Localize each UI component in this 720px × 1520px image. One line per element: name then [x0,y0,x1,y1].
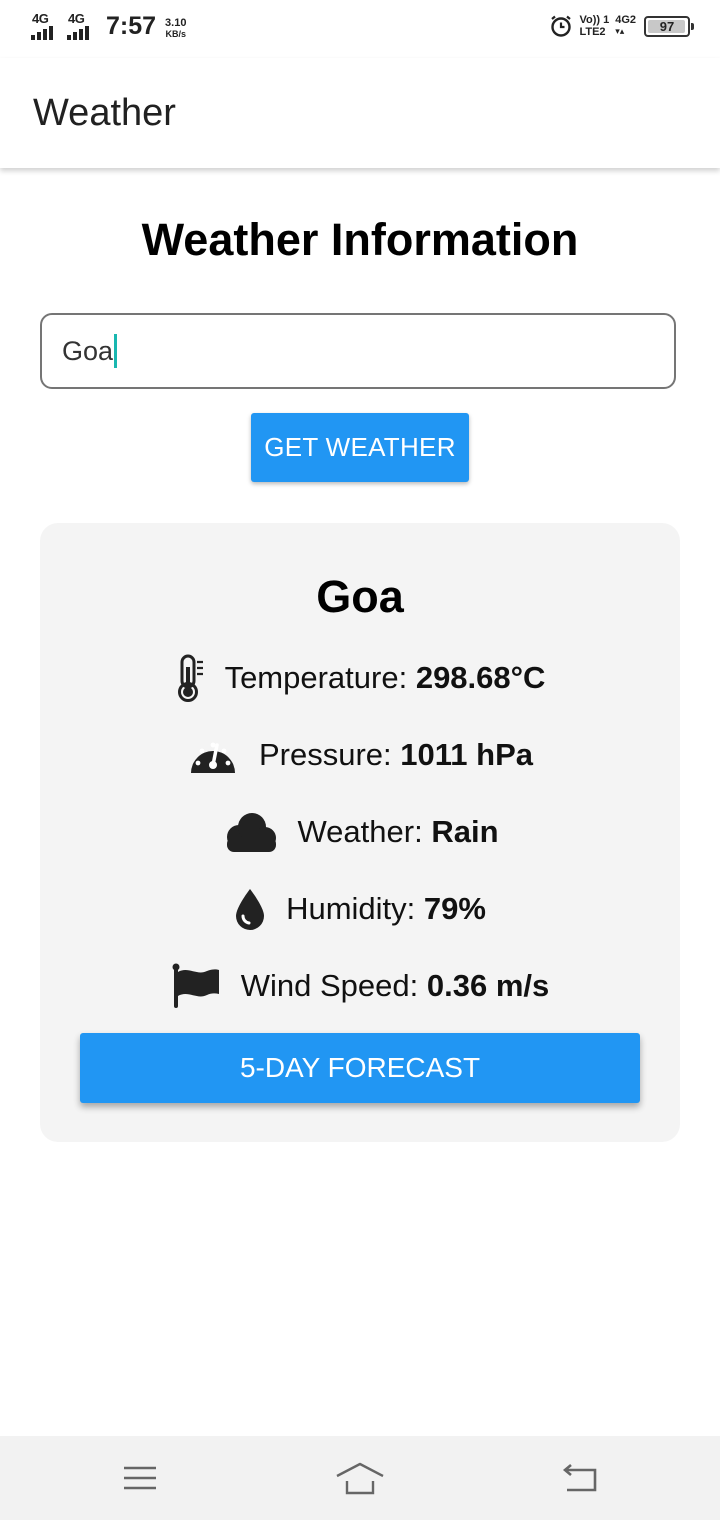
humidity-row: Humidity: 79% [40,881,680,937]
signal-icon: 4G [30,11,60,40]
gauge-icon [187,733,239,777]
wind-speed-value: 0.36 m/s [426,968,550,1003]
city-name: Goa [316,571,404,622]
temperature-label: Temperature: [224,660,408,695]
weather-condition-label: Weather: [297,814,423,849]
city-input[interactable]: Goa [40,313,676,389]
forecast-button[interactable]: 5-DAY FORECAST [80,1033,640,1103]
weather-condition-row: Weather: Rain [40,804,680,860]
pressure-row: Pressure: 1011 hPa [40,727,680,783]
alarm-icon [551,15,572,37]
battery-level: 97 [659,18,675,34]
signal-icon-2: 4G [66,11,96,40]
text-cursor [114,334,118,368]
city-input-value: Goa [62,335,114,366]
get-weather-button[interactable]: GET WEATHER [251,413,469,482]
network-type-1: 4G [32,11,49,26]
home-button[interactable] [300,1436,420,1520]
humidity-label: Humidity: [286,891,416,926]
network-speed-unit: KB/s [165,29,187,39]
volte-top: Vo)) 1 [579,14,610,26]
page-title: Weather Information [141,214,579,265]
cloud-icon [221,811,277,853]
app-title: Weather [33,92,176,134]
menu-icon [124,1466,156,1490]
battery-icon: 97 [644,15,694,37]
app-bar: Weather [0,58,720,168]
weather-condition-value: Rain [431,814,499,849]
temperature-row: Temperature: 298.68°C [40,650,680,706]
flag-icon [171,963,221,1009]
network-speed-value: 3.10 [165,17,187,29]
droplet-icon [234,887,266,931]
clock: 7:57 [106,12,157,40]
thermometer-icon [175,653,205,703]
volte-bottom: LTE2 [579,26,606,38]
menu-button[interactable] [80,1436,200,1520]
temperature-value: 298.68°C [415,660,546,695]
volte-indicator: Vo)) 1 LTE2 [579,14,609,38]
back-icon [562,1464,597,1492]
weather-card: Goa Temperature: 298.68°C Pressure: 1011… [40,523,680,1142]
home-icon [336,1462,384,1495]
humidity-value: 79% [423,891,486,926]
wind-speed-row: Wind Speed: 0.36 m/s [40,958,680,1014]
pressure-label: Pressure: [258,737,392,772]
status-left: 4G 4G 7:57 3.10 KB/s [30,11,186,40]
network-type-2: 4G [68,11,85,26]
network-type-3: 4G2 ▾▴ [615,14,636,37]
status-right: Vo)) 1 LTE2 4G2 ▾▴ 97 [549,14,694,38]
status-bar: 4G 4G 7:57 3.10 KB/s Vo)) 1 LTE2 4G2 ▾▴ [0,0,720,58]
wind-speed-label: Wind Speed: [240,968,419,1003]
pressure-value: 1011 hPa [400,737,533,772]
back-button[interactable] [520,1436,640,1520]
network-speed: 3.10 KB/s [165,18,186,40]
navigation-bar [0,1436,720,1520]
